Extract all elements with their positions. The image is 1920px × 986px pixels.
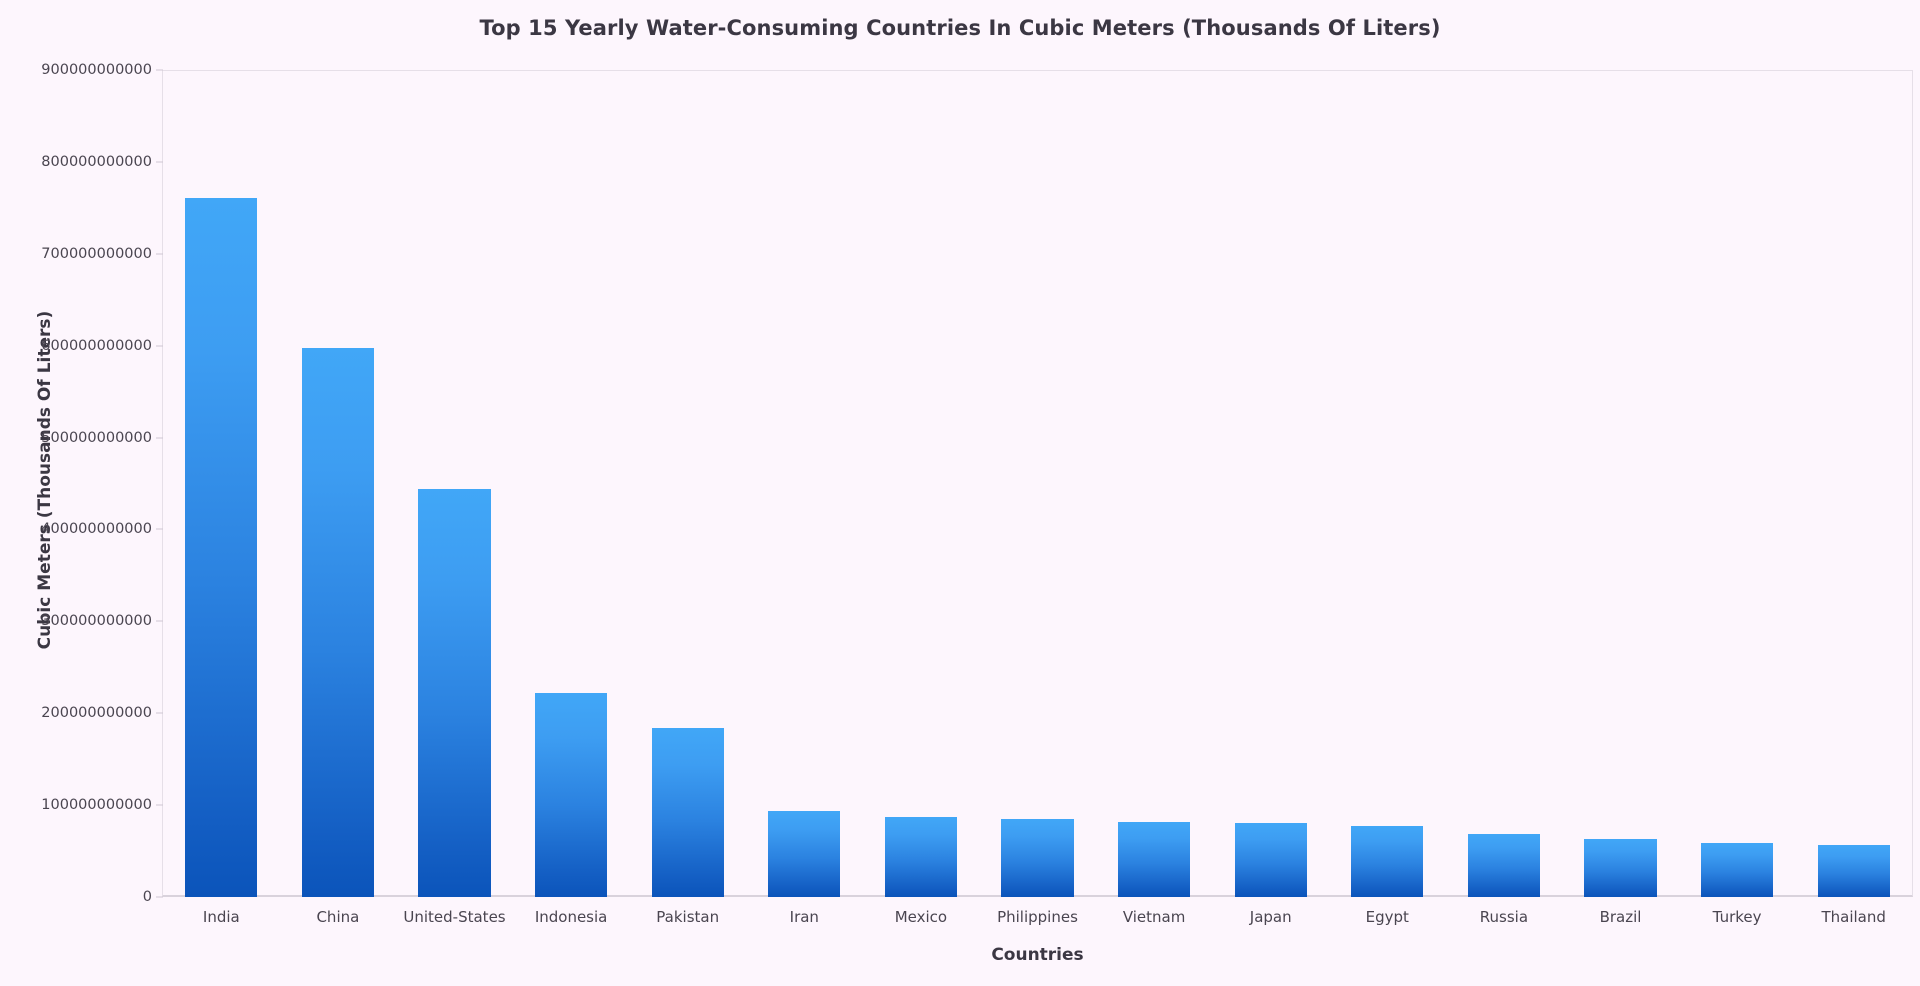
bar-philippines[interactable]: [1001, 818, 1074, 897]
bar-slot: [1817, 71, 1890, 897]
bar-india[interactable]: [185, 197, 258, 897]
y-tick-label: 0: [142, 889, 152, 905]
x-tick-label: Japan: [1249, 908, 1292, 926]
bar-vietnam[interactable]: [1117, 821, 1191, 897]
y-tick-mark: [156, 161, 163, 163]
y-tick-label: 500000000000: [41, 429, 152, 446]
y-tick-mark: [156, 437, 163, 439]
bar-slot: [418, 71, 491, 897]
bar-iran[interactable]: [768, 810, 841, 897]
y-tick-label: 200000000000: [41, 705, 152, 722]
bar-mexico[interactable]: [884, 817, 958, 897]
y-tick-mark: [156, 253, 163, 255]
bar-china[interactable]: [301, 347, 375, 897]
y-tick-mark: [156, 896, 163, 898]
x-axis-title: Countries: [991, 945, 1084, 965]
bar-japan[interactable]: [1234, 822, 1307, 897]
bar-slot: [651, 71, 724, 897]
bar-slot: [534, 71, 608, 897]
y-axis-title: Cubic Meters (Thousands Of Liters): [35, 310, 55, 650]
y-tick-label: 700000000000: [41, 245, 152, 262]
x-tick-label: Vietnam: [1122, 908, 1186, 926]
bars-layer: [163, 71, 1912, 897]
x-tick-label: India: [202, 908, 240, 926]
x-tick-label: Thailand: [1821, 908, 1886, 926]
bar-slot: [1117, 71, 1191, 897]
bar-thailand[interactable]: [1817, 844, 1890, 897]
bar-united-states[interactable]: [418, 489, 491, 897]
bar-slot: [1001, 71, 1074, 897]
bar-brazil[interactable]: [1584, 839, 1657, 897]
bar-slot: [1467, 71, 1541, 897]
bar-slot: [1234, 71, 1307, 897]
y-tick-mark: [156, 712, 163, 714]
y-tick-label: 300000000000: [41, 613, 152, 630]
y-tick-mark: [156, 804, 163, 806]
bar-slot: [884, 71, 958, 897]
bar-slot: [185, 71, 258, 897]
bar-slot: [1700, 71, 1774, 897]
x-tick-label: Turkey: [1712, 908, 1762, 926]
bar-chart: Top 15 Yearly Water-Consuming Countries …: [0, 0, 1920, 986]
bar-pakistan[interactable]: [651, 728, 724, 897]
bar-russia[interactable]: [1467, 833, 1541, 897]
bar-slot: [1584, 71, 1657, 897]
y-tick-mark: [156, 528, 163, 530]
x-tick-label: Egypt: [1365, 908, 1409, 926]
bar-egypt[interactable]: [1351, 826, 1424, 897]
bar-slot: [768, 71, 841, 897]
y-tick-mark: [156, 345, 163, 347]
y-tick-mark: [156, 69, 163, 71]
bar-turkey[interactable]: [1700, 842, 1774, 897]
x-tick-label: Pakistan: [656, 908, 720, 926]
y-tick-label: 400000000000: [41, 521, 152, 538]
y-tick-label: 900000000000: [41, 62, 152, 78]
x-tick-label: Russia: [1479, 908, 1529, 926]
y-tick-label: 100000000000: [41, 797, 152, 814]
chart-title: Top 15 Yearly Water-Consuming Countries …: [479, 16, 1441, 40]
y-tick-mark: [156, 620, 163, 622]
x-tick-label: China: [316, 908, 360, 926]
bar-indonesia[interactable]: [534, 692, 608, 897]
x-tick-label: United-States: [403, 908, 506, 926]
x-tick-label: Indonesia: [534, 908, 608, 926]
y-tick-label: 800000000000: [41, 153, 152, 170]
x-tick-label: Brazil: [1599, 908, 1642, 926]
bar-slot: [301, 71, 375, 897]
x-tick-label: Philippines: [997, 908, 1078, 926]
bar-slot: [1351, 71, 1424, 897]
x-tick-label: Mexico: [894, 908, 948, 926]
y-tick-label: 600000000000: [41, 337, 152, 354]
x-tick-label: Iran: [789, 908, 819, 926]
